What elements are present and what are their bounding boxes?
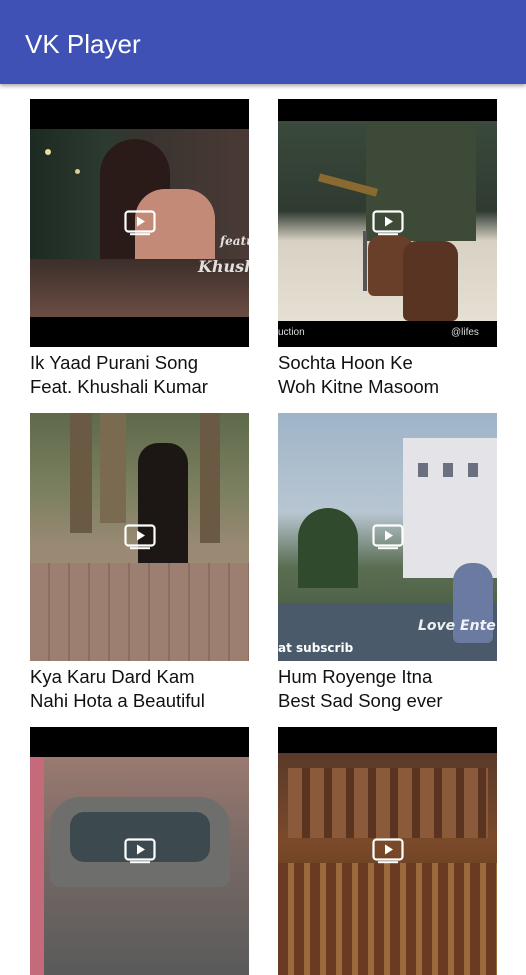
play-video-icon[interactable]	[371, 838, 404, 864]
thumbnail-overlay-text: Love Ente	[418, 618, 496, 634]
video-title-line: Kya Karu Dard Kam	[30, 666, 195, 687]
app-bar: VK Player	[0, 0, 526, 84]
video-title-line: Sochta Hoon Ke	[278, 352, 413, 373]
video-grid: Khushali featu Ik Yaad Purani Song Feat.…	[0, 84, 526, 975]
video-thumbnail[interactable]: uction @lifes	[278, 99, 497, 347]
video-title-line: Ik Yaad Purani Song	[30, 352, 198, 373]
video-thumbnail[interactable]	[30, 413, 249, 661]
video-card[interactable]: uction @lifes Sochta Hoon Ke Woh Kitne M…	[278, 99, 497, 399]
video-title[interactable]: Hum Royenge Itna Best Sad Song ever	[278, 665, 504, 713]
video-card[interactable]	[278, 727, 497, 975]
video-title[interactable]: Sochta Hoon Ke Woh Kitne Masoom	[278, 351, 504, 399]
video-title-line: Best Sad Song ever	[278, 690, 443, 711]
thumbnail-image	[278, 753, 497, 975]
play-video-icon[interactable]	[123, 838, 156, 864]
play-video-icon[interactable]	[371, 210, 404, 236]
video-title[interactable]: Kya Karu Dard Kam Nahi Hota a Beautiful	[30, 665, 256, 713]
play-video-icon[interactable]	[123, 210, 156, 236]
video-card[interactable]: Love Ente at subscrib Hum Royenge Itna B…	[278, 413, 497, 713]
thumbnail-overlay-text: @lifes	[451, 327, 479, 338]
thumbnail-overlay-small: uction	[278, 327, 305, 338]
video-thumbnail[interactable]	[278, 727, 497, 975]
play-video-icon[interactable]	[123, 524, 156, 550]
video-card[interactable]: Khushali featu Ik Yaad Purani Song Feat.…	[30, 99, 249, 399]
video-thumbnail[interactable]	[30, 727, 249, 975]
video-title-line: Woh Kitne Masoom	[278, 376, 440, 397]
app-title: VK Player	[25, 29, 141, 59]
video-card[interactable]	[30, 727, 249, 975]
play-video-icon[interactable]	[371, 524, 404, 550]
video-thumbnail[interactable]: Love Ente at subscrib	[278, 413, 497, 661]
video-card[interactable]: Kya Karu Dard Kam Nahi Hota a Beautiful	[30, 413, 249, 713]
video-thumbnail[interactable]: Khushali featu	[30, 99, 249, 347]
thumbnail-image	[30, 757, 249, 975]
video-title-line: Nahi Hota a Beautiful	[30, 690, 205, 711]
thumbnail-overlay-text: Khushali	[198, 257, 249, 276]
video-title-line: Feat. Khushali Kumar	[30, 376, 208, 397]
video-title-line: Hum Royenge Itna	[278, 666, 433, 687]
thumbnail-overlay-small: featu	[220, 234, 249, 248]
thumbnail-overlay-small: at subscrib	[278, 641, 354, 655]
video-title[interactable]: Ik Yaad Purani Song Feat. Khushali Kumar	[30, 351, 256, 399]
